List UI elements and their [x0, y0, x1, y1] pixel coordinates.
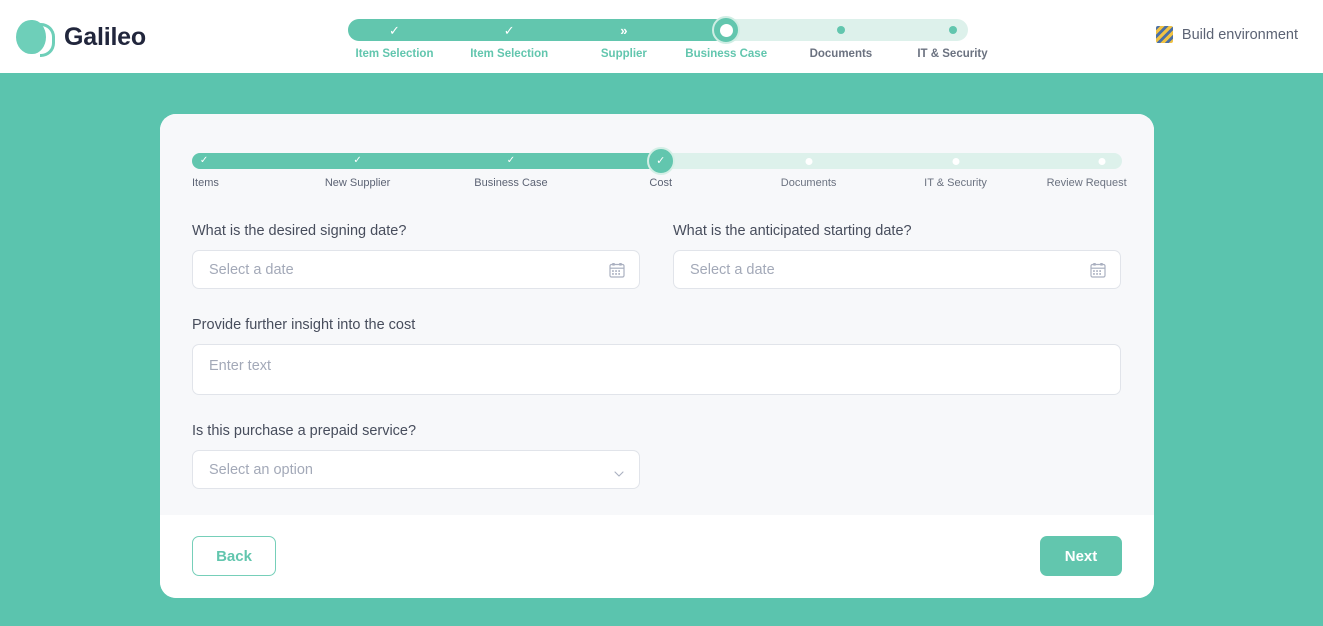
signing-date-input[interactable]: Select a date	[192, 250, 640, 289]
dot-icon	[1098, 157, 1106, 165]
top-step-label-5[interactable]: IT & Security	[917, 48, 987, 60]
starting-date-field: What is the anticipated starting date? S…	[673, 223, 1121, 289]
inner-step-marker-1[interactable]: ✓	[353, 153, 361, 169]
inner-stepper-track: ✓ ✓ ✓ ✓	[192, 147, 1122, 175]
dot-icon	[952, 157, 960, 165]
inner-stepper: ✓ ✓ ✓ ✓ Items New Supplier Business Case…	[192, 147, 1127, 193]
page-background: ✓ ✓ ✓ ✓ Items New Supplier Business Case…	[0, 73, 1323, 626]
brand-name: Galileo	[64, 22, 146, 51]
top-stepper-track: ✓ ✓ »	[348, 16, 968, 44]
inner-step-label-2[interactable]: Business Case	[474, 177, 547, 189]
galileo-logo-icon	[16, 18, 55, 57]
cost-insight-textarea[interactable]: Enter text	[192, 344, 1121, 395]
top-stepper-labels: Item Selection Item Selection Supplier B…	[348, 48, 988, 66]
top-step-marker-2[interactable]: »	[620, 19, 627, 41]
dot-icon	[948, 26, 957, 34]
inner-step-label-1[interactable]: New Supplier	[325, 177, 390, 189]
top-step-label-1[interactable]: Item Selection	[470, 48, 548, 60]
inner-stepper-progress-fill	[192, 153, 657, 169]
check-icon: ✓	[353, 155, 362, 166]
double-chevron-right-icon: »	[620, 22, 628, 38]
calendar-icon[interactable]	[609, 262, 625, 278]
starting-date-placeholder: Select a date	[690, 261, 775, 278]
check-icon: ✓	[656, 154, 666, 167]
top-stepper: ✓ ✓ » Item Selection Item Selection Supp…	[348, 16, 988, 66]
signing-date-field: What is the desired signing date? Select…	[192, 223, 640, 289]
top-stepper-progress-fill	[348, 19, 727, 41]
prepaid-service-field: Is this purchase a prepaid service? Sele…	[192, 423, 640, 489]
inner-step-marker-2[interactable]: ✓	[507, 153, 515, 169]
back-button[interactable]: Back	[192, 536, 276, 576]
cost-insight-row: Provide further insight into the cost En…	[192, 317, 1122, 395]
inner-step-marker-5[interactable]	[952, 153, 960, 169]
inner-step-label-5[interactable]: IT & Security	[924, 177, 987, 189]
wizard-card-footer: Back Next	[160, 515, 1154, 598]
check-icon: ✓	[503, 22, 515, 38]
check-icon: ✓	[389, 22, 400, 38]
top-step-marker-5[interactable]	[948, 19, 957, 41]
date-fields-row: What is the desired signing date? Select…	[192, 223, 1122, 289]
wizard-card-body: ✓ ✓ ✓ ✓ Items New Supplier Business Case…	[160, 114, 1154, 515]
striped-warning-icon	[1155, 26, 1173, 43]
top-bar: Galileo ✓ ✓ » Item Selection Item Select…	[0, 0, 1323, 73]
prepaid-service-placeholder: Select an option	[209, 461, 313, 478]
dot-icon	[805, 157, 813, 165]
top-step-label-4[interactable]: Documents	[810, 48, 873, 60]
brand-logo[interactable]: Galileo	[16, 18, 146, 57]
top-step-label-3[interactable]: Business Case	[685, 48, 767, 60]
current-step-dot-icon	[719, 23, 733, 37]
inner-step-label-6[interactable]: Review Request	[1047, 177, 1127, 189]
starting-date-input[interactable]: Select a date	[673, 250, 1121, 289]
top-step-marker-3[interactable]	[712, 16, 741, 44]
signing-date-label: What is the desired signing date?	[192, 223, 407, 239]
check-icon: ✓	[199, 155, 209, 166]
environment-badge: Build environment	[1155, 26, 1298, 43]
chevron-down-icon[interactable]	[614, 466, 624, 477]
inner-step-label-0[interactable]: Items	[192, 177, 219, 189]
prepaid-service-row: Is this purchase a prepaid service? Sele…	[192, 423, 1122, 489]
inner-step-marker-4[interactable]	[805, 153, 813, 169]
next-button[interactable]: Next	[1040, 536, 1122, 576]
wizard-card: ✓ ✓ ✓ ✓ Items New Supplier Business Case…	[160, 114, 1154, 598]
inner-step-marker-6[interactable]	[1098, 153, 1106, 169]
top-step-label-2[interactable]: Supplier	[601, 48, 647, 60]
calendar-icon[interactable]	[1090, 262, 1106, 278]
prepaid-service-label: Is this purchase a prepaid service?	[192, 423, 417, 439]
dot-icon	[836, 26, 845, 34]
inner-stepper-labels: Items New Supplier Business Case Cost Do…	[192, 177, 1127, 193]
top-step-marker-4[interactable]	[836, 19, 845, 41]
inner-step-marker-3[interactable]: ✓	[646, 147, 675, 175]
top-step-label-0[interactable]: Item Selection	[356, 48, 434, 60]
inner-step-marker-0[interactable]: ✓	[200, 153, 208, 169]
starting-date-label: What is the anticipated starting date?	[673, 223, 912, 239]
check-icon: ✓	[506, 155, 516, 166]
cost-insight-label: Provide further insight into the cost	[192, 317, 416, 333]
inner-step-label-3[interactable]: Cost	[649, 177, 672, 189]
environment-label: Build environment	[1181, 26, 1298, 43]
prepaid-service-select[interactable]: Select an option	[192, 450, 640, 489]
cost-insight-placeholder: Enter text	[209, 358, 272, 374]
top-step-marker-1[interactable]: ✓	[504, 19, 515, 41]
signing-date-placeholder: Select a date	[209, 261, 294, 278]
inner-step-label-4[interactable]: Documents	[781, 177, 837, 189]
top-step-marker-0[interactable]: ✓	[389, 19, 400, 41]
cost-insight-field: Provide further insight into the cost En…	[192, 317, 1121, 395]
